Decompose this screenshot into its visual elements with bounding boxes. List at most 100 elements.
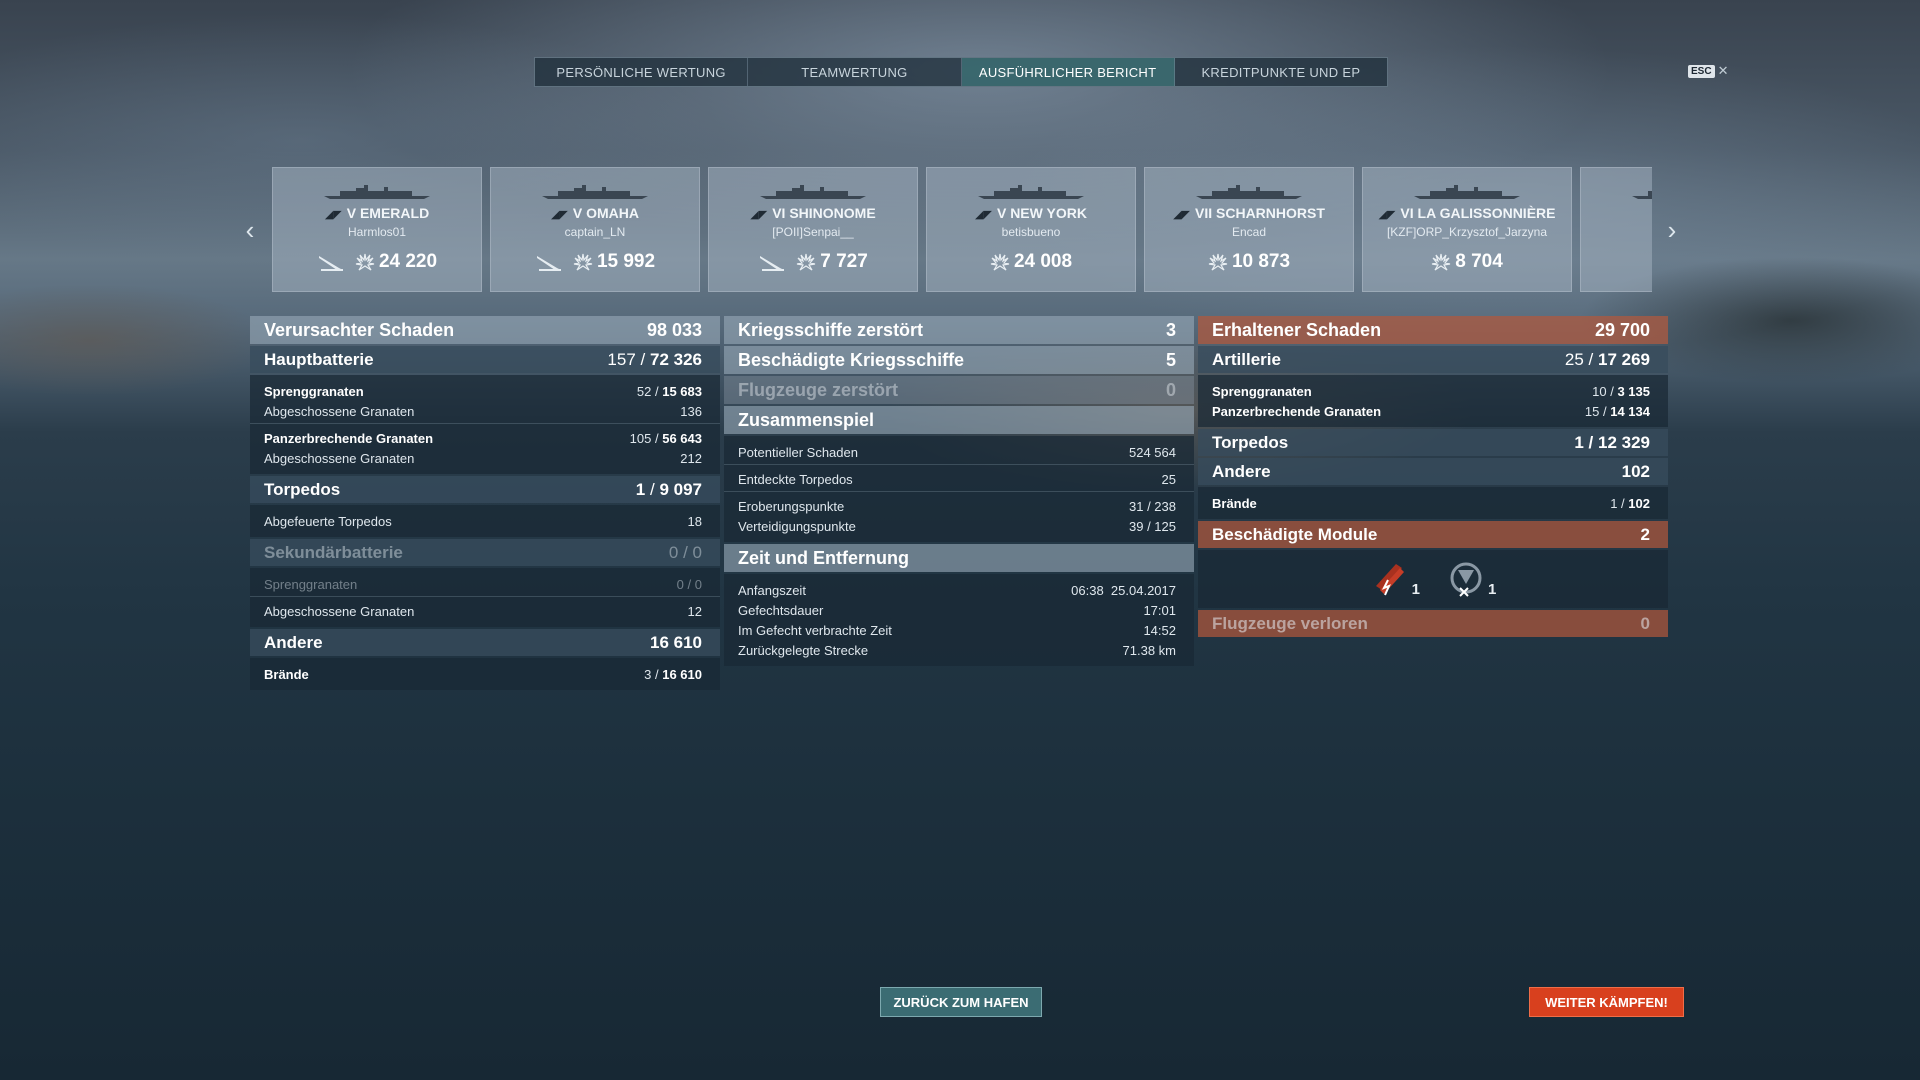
ship-class-icon: ◢◤: [750, 209, 768, 221]
ship-silhouette-icon: [1196, 185, 1302, 199]
damaged-module-item: 1: [1370, 558, 1420, 608]
continue-fighting-button[interactable]: WEITER KÄMPFEN!: [1529, 987, 1684, 1017]
ship-card[interactable]: ◢◤ V OMAHA captain_LN 15 992: [490, 167, 700, 292]
ship-card[interactable]: ◢◤ VI SHINONOME [POII]Senpai__ 7 727: [708, 167, 918, 292]
damage-burst-icon: [1432, 253, 1451, 271]
ship-class-icon: ◢◤: [1378, 209, 1396, 221]
carousel-prev-arrow-icon[interactable]: ‹: [238, 215, 262, 245]
ap-shells-row: Panzerbrechende Granaten 105 / 56 643: [264, 430, 702, 446]
received-he-row: Sprenggranaten 10 / 3 135: [1212, 383, 1650, 399]
destroyed-aa-icon: [1450, 562, 1482, 597]
tab-team-score[interactable]: TEAMWERTUNG: [748, 58, 962, 86]
damage-dealt-panel: Verursachter Schaden 98 033 Hauptbatterie…: [250, 316, 720, 692]
esc-close-button[interactable]: ESC ✕: [1688, 63, 1728, 79]
ship-class-icon: ◢◤: [975, 209, 992, 221]
ap-fired-row: Abgeschossene Granaten 212: [264, 450, 702, 466]
ship-class-icon: ◢◤: [1173, 209, 1190, 221]
artillery-details: Sprenggranaten 10 / 3 135 Panzerbrechende…: [1198, 375, 1668, 427]
player-name: captain_LN: [564, 225, 626, 239]
torpedo-hit-icon: [760, 256, 785, 271]
carousel-next-arrow-icon[interactable]: ›: [1660, 215, 1684, 245]
damage-burst-icon: [573, 253, 593, 271]
esc-key-label: ESC: [1688, 64, 1715, 78]
ship-silhouette-icon: [324, 185, 430, 199]
received-torpedos-row: Torpedos 1 / 12 329: [1198, 429, 1668, 456]
main-battery-row: Hauptbatterie 157 / 72 326: [250, 346, 720, 373]
secondary-battery-row: Sekundärbatterie 0 / 0: [250, 539, 720, 566]
damage-dealt-title: Verursachter Schaden: [264, 319, 455, 340]
damage-received-panel: Erhaltener Schaden 29 700 Artillerie 25 / …: [1198, 316, 1668, 639]
ship-score: 7 727: [820, 251, 868, 272]
damage-received-header: Erhaltener Schaden 29 700: [1198, 316, 1668, 344]
tab-detailed-report[interactable]: AUSFÜHRLICHER BERICHT: [961, 58, 1175, 86]
defense-points-row: Verteidigungspunkte 39 / 125: [738, 518, 1176, 534]
ship-name: V OMAHA: [572, 205, 640, 221]
secondary-he-row: Sprenggranaten 0 / 0: [264, 576, 702, 592]
secondary-details: Sprenggranaten 0 / 0 Abgeschossene Granat…: [250, 568, 720, 627]
ship-silhouette-icon: [760, 185, 866, 199]
torpedo-details: Abgefeuerte Torpedos 18: [250, 505, 720, 537]
ships-damaged-row: Beschädigte Kriegsschiffe 5: [724, 346, 1194, 374]
ship-card[interactable]: ◢◤ VI LA GALISSONNIÈRE [KZF]ORP_Krzysztof…: [1362, 167, 1572, 292]
player-name: Encad: [1231, 225, 1267, 239]
torpedo-hit-icon: [536, 256, 561, 271]
close-icon: ✕: [1717, 63, 1729, 78]
secondary-fired-row: Abgeschossene Granaten 12: [264, 603, 702, 619]
ship-score: 8 704: [1455, 251, 1503, 272]
time-in-battle-row: Im Gefecht verbrachte Zeit 14:52: [738, 622, 1176, 638]
damage-burst-icon: [355, 253, 375, 271]
report-tabs: PERSÖNLICHE WERTUNG TEAMWERTUNG AUSFÜHRL…: [534, 57, 1388, 87]
distance-row: Zurückgelegte Strecke 71.38 km: [738, 642, 1176, 658]
teamplay-header: Zusammenspiel: [724, 406, 1194, 434]
capture-points-row: Eroberungspunkte 31 / 238: [738, 498, 1176, 514]
ship-silhouette-icon: [1632, 191, 1652, 199]
he-fired-row: Abgeschossene Granaten 136: [264, 403, 702, 419]
ship-class-icon: ◢◤: [550, 209, 568, 221]
time-distance-header: Zeit und Entfernung: [724, 544, 1194, 572]
player-name: betisbueno: [1001, 225, 1061, 239]
damaged-guns-icon: [1375, 564, 1404, 596]
damaged-modules-row: Beschädigte Module 2: [1198, 521, 1668, 548]
torpedo-hit-icon: [318, 256, 343, 271]
received-other-row: Andere 102: [1198, 458, 1668, 485]
player-name: Harmlos01: [347, 225, 407, 239]
damaged-module-item: 1: [1446, 558, 1496, 608]
spotted-torpedos-row: Entdeckte Torpedos 25: [738, 471, 1176, 487]
ship-score: 24 008: [1013, 251, 1073, 272]
player-name: [POII]Senpai__: [772, 225, 854, 239]
planes-lost-row: Flugzeuge verloren 0: [1198, 610, 1668, 637]
ship-score: 10 873: [1231, 251, 1291, 272]
battle-summary-panel: Kriegsschiffe zerstört 3 Beschädigte Krie…: [724, 316, 1194, 668]
tab-credits-xp[interactable]: KREDITPUNKTE UND EP: [1175, 58, 1387, 86]
artillery-row: Artillerie 25 / 17 269: [1198, 346, 1668, 373]
ship-name: VII SCHARNHORST: [1195, 205, 1325, 221]
ship-card[interactable]: ◢◤ VII SCHARNHORST Encad 10 873: [1144, 167, 1354, 292]
ship-silhouette-icon: [978, 185, 1084, 199]
fires-row: Brände 3 / 16 610: [264, 666, 702, 682]
ship-score: 24 220: [378, 251, 438, 272]
other-damage-row: Andere 16 610: [250, 629, 720, 656]
damage-burst-icon: [990, 253, 1010, 271]
tab-personal-score[interactable]: PERSÖNLICHE WERTUNG: [535, 58, 749, 86]
other-details: Brände 3 / 16 610: [250, 658, 720, 690]
torpedos-fired-row: Abgefeuerte Torpedos 18: [264, 513, 702, 529]
ship-carousel: ◢◤ V EMERALD Harmlos01 24 220 ◢◤ V OMAHA c…: [272, 167, 1652, 292]
damage-dealt-total: 98 033: [646, 319, 702, 340]
start-time-row: Anfangszeit 06:38 25.04.2017: [738, 582, 1176, 598]
ship-name: VI LA GALISSONNIÈRE: [1400, 205, 1556, 221]
received-fires-row: Brände 1 / 102: [1212, 495, 1650, 511]
torpedos-row: Torpedos 1 / 9 097: [250, 476, 720, 503]
damage-burst-icon: [797, 253, 816, 271]
ship-card[interactable]: ◢◤ V EMERALD Harmlos01 24 220: [272, 167, 482, 292]
main-battery-details: Sprenggranaten 52 / 15 683 Abgeschossene …: [250, 375, 720, 474]
time-distance-details: Anfangszeit 06:38 25.04.2017 Gefechtsdaue…: [724, 574, 1194, 666]
received-ap-row: Panzerbrechende Granaten 15 / 14 134: [1212, 403, 1650, 419]
return-to-port-button[interactable]: ZURÜCK ZUM HAFEN: [880, 987, 1042, 1017]
ship-silhouette-icon: [542, 185, 648, 199]
ship-card[interactable]: ◢◤VI LA: [1580, 167, 1652, 292]
ship-name: V NEW YORK: [996, 205, 1087, 221]
ship-class-icon: ◢◤: [324, 209, 342, 221]
ship-card[interactable]: ◢◤ V NEW YORK betisbueno 24 008: [926, 167, 1136, 292]
teamplay-details: Potentieller Schaden 524 564 Entdeckte To…: [724, 436, 1194, 542]
received-other-details: Brände 1 / 102: [1198, 487, 1668, 519]
